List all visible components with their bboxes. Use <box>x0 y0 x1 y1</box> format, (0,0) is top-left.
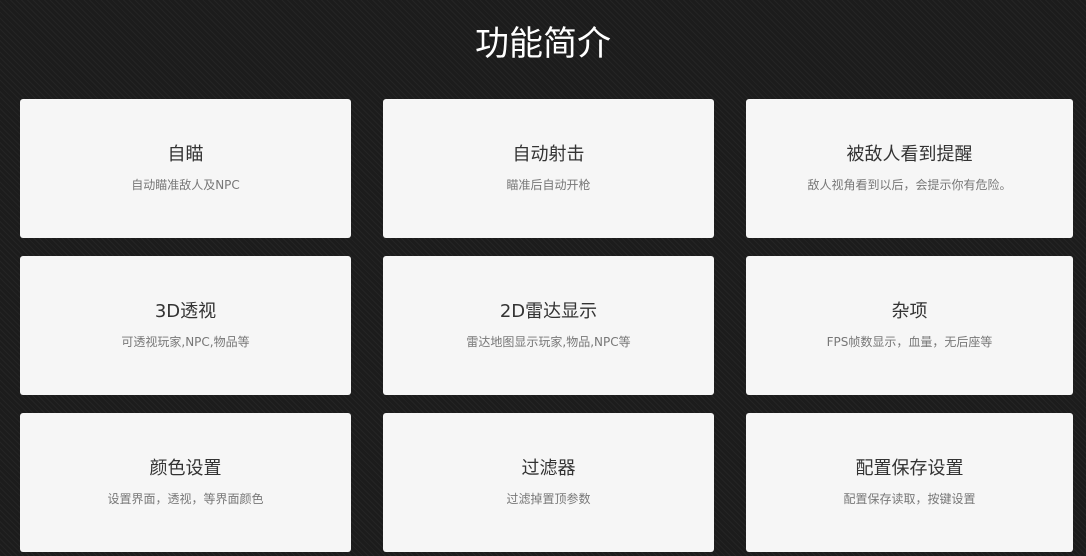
feature-title: 配置保存设置 <box>855 458 964 479</box>
feature-title: 自瞄 <box>167 144 204 165</box>
feature-title: 颜色设置 <box>149 458 222 479</box>
feature-card-aimbot: 自瞄 自动瞄准敌人及NPC <box>20 99 351 238</box>
feature-card-2d-radar: 2D雷达显示 雷达地图显示玩家,物品,NPC等 <box>383 256 714 395</box>
feature-description: 设置界面，透视，等界面颜色 <box>107 492 264 506</box>
feature-description: 过滤掉置顶参数 <box>506 492 591 506</box>
feature-description: 配置保存读取，按键设置 <box>843 492 976 506</box>
feature-card-spotted-alert: 被敌人看到提醒 敌人视角看到以后，会提示你有危险。 <box>746 99 1073 238</box>
feature-title: 3D透视 <box>154 301 217 322</box>
feature-title: 杂项 <box>891 301 928 322</box>
feature-card-config-save: 配置保存设置 配置保存读取，按键设置 <box>746 413 1073 552</box>
feature-title: 被敌人看到提醒 <box>846 144 973 165</box>
feature-card-3d-esp: 3D透视 可透视玩家,NPC,物品等 <box>20 256 351 395</box>
feature-description: 可透视玩家,NPC,物品等 <box>121 335 250 349</box>
feature-card-misc: 杂项 FPS帧数显示，血量，无后座等 <box>746 256 1073 395</box>
feature-description: FPS帧数显示，血量，无后座等 <box>826 335 993 349</box>
feature-grid: 自瞄 自动瞄准敌人及NPC 自动射击 瞄准后自动开枪 被敌人看到提醒 敌人视角看… <box>20 99 1073 552</box>
feature-card-color-settings: 颜色设置 设置界面，透视，等界面颜色 <box>20 413 351 552</box>
feature-description: 雷达地图显示玩家,物品,NPC等 <box>466 335 631 349</box>
feature-title: 自动射击 <box>512 144 585 165</box>
feature-card-filter: 过滤器 过滤掉置顶参数 <box>383 413 714 552</box>
section-title: 功能简介 <box>475 24 611 64</box>
feature-description: 敌人视角看到以后，会提示你有危险。 <box>807 178 1012 192</box>
feature-description: 瞄准后自动开枪 <box>506 178 591 192</box>
feature-description: 自动瞄准敌人及NPC <box>131 178 240 192</box>
feature-title: 2D雷达显示 <box>499 301 598 322</box>
feature-card-auto-shoot: 自动射击 瞄准后自动开枪 <box>383 99 714 238</box>
feature-title: 过滤器 <box>521 458 576 479</box>
